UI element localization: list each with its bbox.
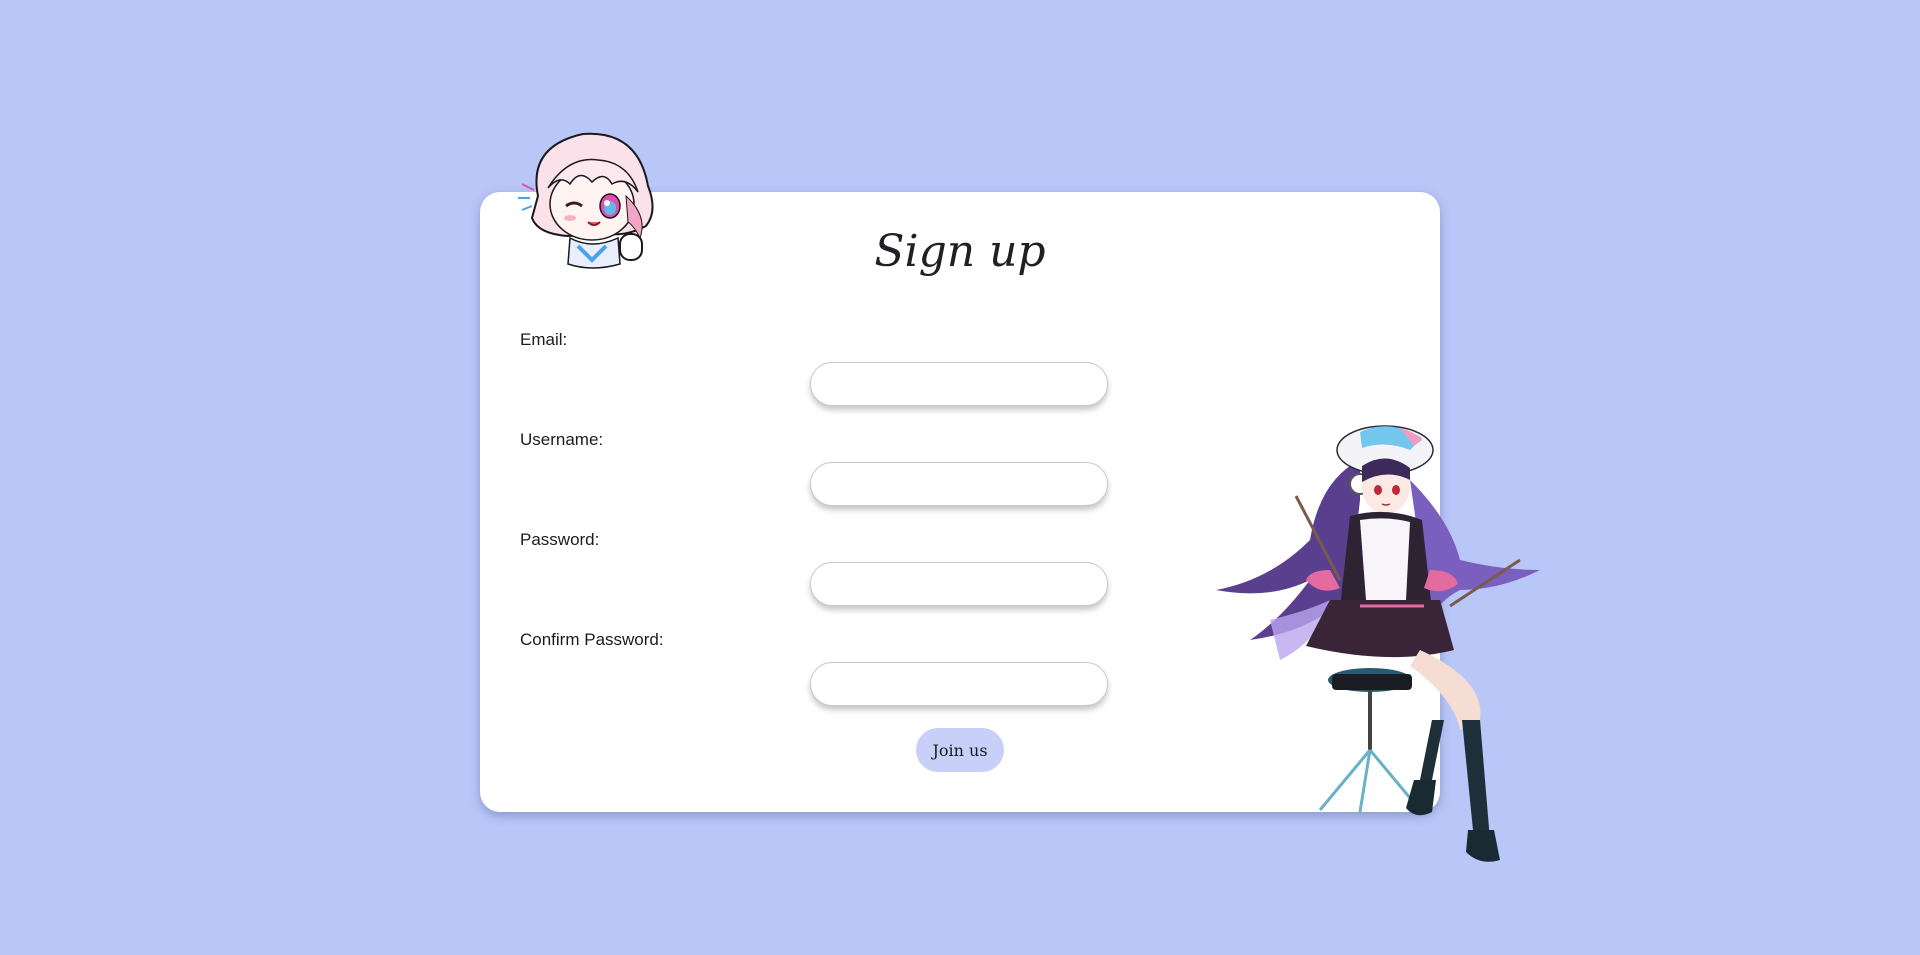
page: Sign up Email: Username: Password: Confi… <box>0 0 1920 955</box>
confirm-password-field[interactable] <box>810 662 1108 706</box>
drummer-girl-illustration <box>1216 425 1540 862</box>
confirm-password-label: Confirm Password: <box>520 630 664 649</box>
email-label: Email: <box>520 330 568 349</box>
chibi-character-illustration <box>518 132 654 269</box>
join-us-button[interactable]: Join us <box>916 728 1004 772</box>
password-label: Password: <box>520 530 600 549</box>
email-field[interactable] <box>810 362 1108 406</box>
password-field[interactable] <box>810 562 1108 606</box>
username-label: Username: <box>520 430 604 449</box>
username-field[interactable] <box>810 462 1108 506</box>
